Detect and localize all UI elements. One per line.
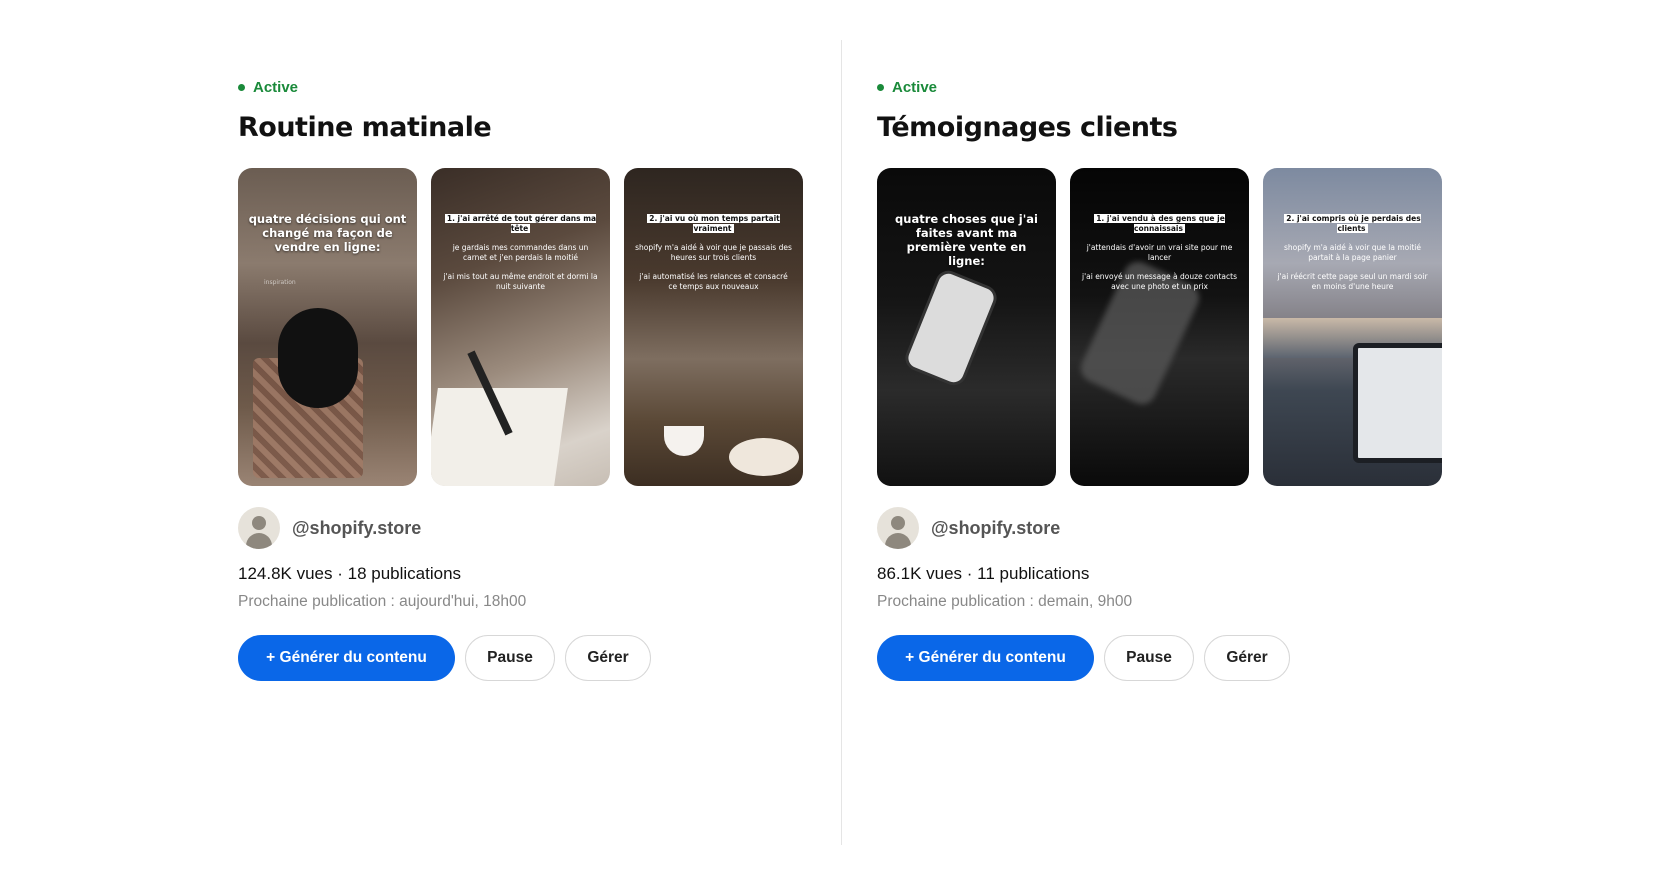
thumbnail-heading: 1. j'ai arrêté de tout gérer dans ma têt… [444, 214, 597, 233]
action-bar: + Générer du contenu Pause Gérer [238, 635, 808, 681]
thumbnail-body: shopify m'a aidé à voir que la moitié pa… [1284, 243, 1421, 262]
video-thumbnail[interactable]: 2. j'ai compris où je perdais des client… [1263, 168, 1442, 486]
status-dot-icon [877, 83, 884, 91]
notebook-image [431, 388, 568, 486]
account-handle: @shopify.store [292, 517, 422, 538]
status-badge: Active [877, 78, 1447, 96]
video-thumbnail[interactable]: quatre choses que j'ai faites avant ma p… [877, 168, 1056, 486]
account-row: @shopify.store [877, 507, 1447, 549]
phone-image [905, 270, 997, 386]
action-bar: + Générer du contenu Pause Gérer [877, 635, 1447, 681]
status-label: Active [253, 78, 299, 96]
avatar [877, 507, 919, 549]
generate-content-button[interactable]: + Générer du contenu [238, 635, 455, 681]
thumbnail-caption: 1. j'ai vendu à des gens que je connaiss… [1080, 214, 1239, 292]
thumbnail-tag: inspiration [264, 279, 296, 286]
cup-image [664, 426, 704, 456]
manage-button[interactable]: Gérer [565, 635, 651, 681]
status-dot-icon [238, 83, 245, 91]
thumbnail-heading: 2. j'ai vu où mon temps partait vraiment [647, 214, 780, 233]
video-thumbnail[interactable]: 1. j'ai vendu à des gens que je connaiss… [1070, 168, 1249, 486]
thumbnail-body: je gardais mes commandes dans un carnet … [452, 243, 589, 262]
manage-button[interactable]: Gérer [1204, 635, 1290, 681]
thumbnail-strip: quatre choses que j'ai faites avant ma p… [877, 168, 1447, 486]
thumbnail-body: j'ai réécrit cette page seul un mardi so… [1277, 272, 1428, 291]
thumbnail-heading: 2. j'ai compris où je perdais des client… [1284, 214, 1421, 233]
thumbnail-body: j'ai automatisé les relances et consacré… [639, 272, 788, 291]
thumbnail-caption: quatre choses que j'ai faites avant ma p… [895, 212, 1038, 268]
thumbnail-body: shopify m'a aidé à voir que je passais d… [635, 243, 792, 262]
pause-button[interactable]: Pause [1104, 635, 1194, 681]
pause-button[interactable]: Pause [465, 635, 555, 681]
user-icon [252, 516, 266, 530]
thumbnail-body: j'ai envoyé un message à douze contacts … [1081, 272, 1237, 291]
next-publication: Prochaine publication : demain, 9h00 [877, 593, 1133, 610]
thumbnail-heading: 1. j'ai vendu à des gens que je connaiss… [1094, 214, 1225, 233]
account-row: @shopify.store [238, 507, 808, 549]
thumbnail-body: j'attendais d'avoir un vrai site pour me… [1086, 243, 1233, 262]
avatar [238, 507, 280, 549]
laptop-image [1353, 343, 1442, 463]
thumbnail-caption: 2. j'ai vu où mon temps partait vraiment… [634, 214, 793, 292]
thumbnail-body: j'ai mis tout au même endroit et dormi l… [443, 272, 598, 291]
video-thumbnail[interactable]: 2. j'ai vu où mon temps partait vraiment… [624, 168, 803, 486]
campaign-card-temoignages-clients: Active Témoignages clients quatre choses… [877, 78, 1447, 681]
campaign-card-routine-matinale: Active Routine matinale quatre décisions… [238, 78, 808, 681]
person-image [278, 308, 358, 408]
status-badge: Active [238, 78, 808, 96]
video-thumbnail[interactable]: 1. j'ai arrêté de tout gérer dans ma têt… [431, 168, 610, 486]
plate-image [729, 438, 799, 476]
user-icon [891, 516, 905, 530]
campaign-title: Routine matinale [238, 112, 492, 143]
campaign-stats: 124.8K vues · 18 publications [238, 564, 462, 583]
next-publication: Prochaine publication : aujourd'hui, 18h… [238, 593, 527, 610]
user-icon-body [246, 533, 272, 549]
thumbnail-caption: quatre décisions qui ont changé ma façon… [248, 212, 407, 254]
account-handle: @shopify.store [931, 517, 1061, 538]
thumbnail-strip: quatre décisions qui ont changé ma façon… [238, 168, 808, 486]
thumbnail-caption: 1. j'ai arrêté de tout gérer dans ma têt… [441, 214, 600, 292]
campaign-title: Témoignages clients [877, 112, 1178, 143]
thumbnail-caption: 2. j'ai compris où je perdais des client… [1273, 214, 1432, 292]
campaign-stats: 86.1K vues · 11 publications [877, 564, 1090, 583]
generate-content-button[interactable]: + Générer du contenu [877, 635, 1094, 681]
status-label: Active [892, 78, 938, 96]
user-icon-body [885, 533, 911, 549]
video-thumbnail[interactable]: quatre décisions qui ont changé ma façon… [238, 168, 417, 486]
panel-divider [841, 40, 842, 845]
